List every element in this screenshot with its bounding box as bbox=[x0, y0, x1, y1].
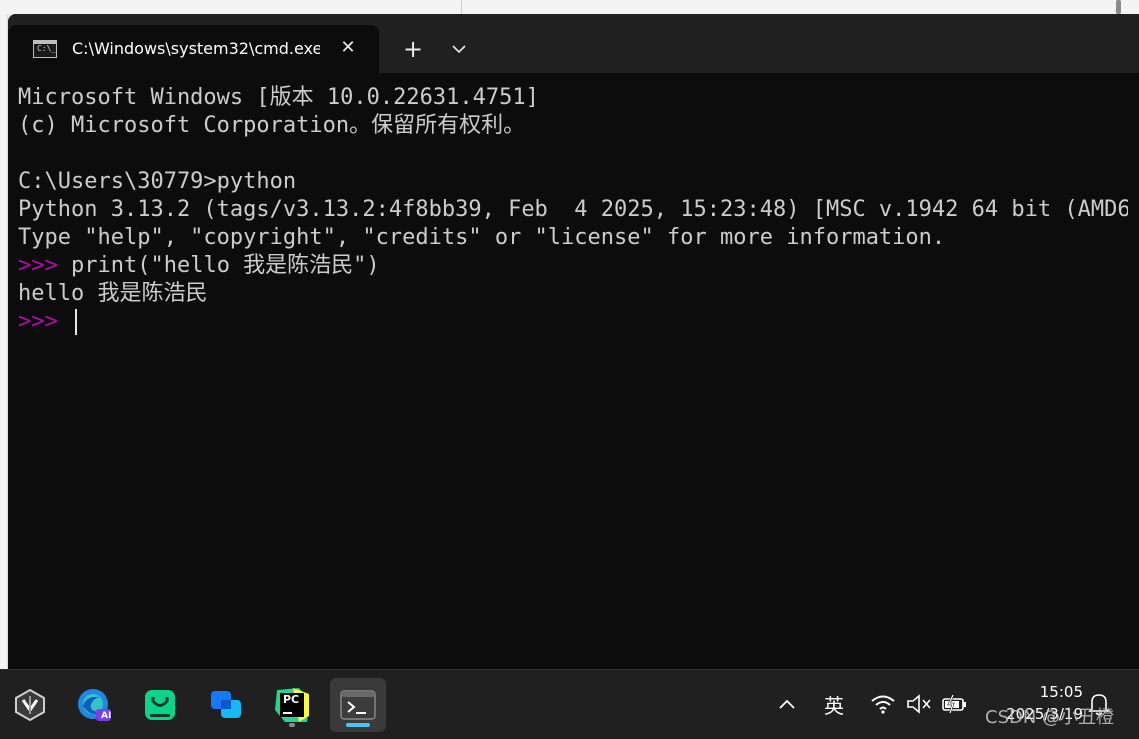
console-output[interactable]: Microsoft Windows [版本 10.0.22631.4751] (c… bbox=[18, 84, 1128, 664]
console-line: Microsoft Windows [版本 10.0.22631.4751] bbox=[18, 84, 1128, 112]
show-hidden-icons-button[interactable] bbox=[774, 690, 800, 718]
chat-bag-icon bbox=[145, 690, 175, 720]
console-text: Type "help", "copyright", "credits" or "… bbox=[18, 225, 946, 250]
tab-cmd[interactable]: C:\_ C:\Windows\system32\cmd.exe ✕ bbox=[8, 25, 379, 73]
title-bar[interactable]: C:\_ C:\Windows\system32\cmd.exe ✕ + bbox=[8, 14, 1139, 73]
python-prompt: >>> bbox=[18, 253, 58, 278]
text-cursor bbox=[75, 309, 77, 335]
console-line: Python 3.13.2 (tags/v3.13.2:4f8bb39, Feb… bbox=[18, 196, 1128, 224]
tab-close-button[interactable]: ✕ bbox=[336, 36, 360, 60]
console-text: (c) Microsoft Corporation。保留所有权利。 bbox=[18, 113, 526, 138]
battery-button[interactable] bbox=[940, 690, 970, 718]
cmd-icon: C:\_ bbox=[33, 40, 57, 58]
scrollbar-thumb[interactable] bbox=[1116, 0, 1121, 14]
console-text: print("hello 我是陈浩民") bbox=[57, 253, 380, 278]
tab-dropdown-button[interactable] bbox=[444, 34, 474, 64]
console-text: hello 我是陈浩民 bbox=[18, 281, 208, 306]
console-line: hello 我是陈浩民 bbox=[18, 280, 1128, 308]
taskbar-pycharm[interactable]: PC bbox=[264, 678, 320, 732]
chevron-down-icon bbox=[452, 44, 466, 53]
desktop-background bbox=[0, 0, 8, 670]
cmd-icon-text: C:\_ bbox=[37, 44, 57, 53]
pycharm-running-indicator bbox=[289, 723, 295, 727]
input-method-indicator[interactable]: 英 bbox=[818, 690, 850, 718]
terminal-active-indicator bbox=[346, 723, 370, 727]
terminal-icon bbox=[340, 690, 376, 720]
taskbar-app-launcher[interactable] bbox=[2, 678, 58, 732]
strip-divider bbox=[461, 0, 462, 14]
console-text: C:\Users\30779>python bbox=[18, 169, 297, 194]
python-prompt: >>> bbox=[18, 309, 58, 334]
link-app-icon bbox=[211, 691, 241, 718]
watermark: CSDN @小丑橙 bbox=[985, 707, 1115, 728]
clock-time: 15:05 bbox=[1039, 683, 1083, 701]
new-tab-button[interactable]: + bbox=[398, 34, 428, 64]
console-line: >>> bbox=[18, 308, 1128, 336]
volume-muted-icon bbox=[907, 694, 931, 714]
taskbar-edge[interactable]: AI bbox=[66, 678, 122, 732]
edge-ai-badge: AI bbox=[101, 711, 112, 721]
console-line: Type "help", "copyright", "credits" or "… bbox=[18, 224, 1128, 252]
terminal-window: C:\_ C:\Windows\system32\cmd.exe ✕ + Mic… bbox=[8, 14, 1139, 669]
tab-title: C:\Windows\system32\cmd.exe bbox=[72, 39, 320, 58]
volume-button[interactable] bbox=[904, 690, 934, 718]
taskbar-link-app[interactable] bbox=[198, 678, 254, 732]
console-line: C:\Users\30779>python bbox=[18, 168, 1128, 196]
app-launcher-icon bbox=[15, 688, 45, 722]
chevron-up-icon bbox=[779, 699, 795, 709]
console-line: (c) Microsoft Corporation。保留所有权利。 bbox=[18, 112, 1128, 140]
taskbar: AI PC 英 15:05 2025/3/19 bbox=[0, 669, 1139, 739]
taskbar-chat-app[interactable] bbox=[132, 678, 188, 732]
background-window-strip bbox=[0, 0, 1139, 14]
taskbar-terminal[interactable] bbox=[330, 678, 386, 732]
console-text: Python 3.13.2 (tags/v3.13.2:4f8bb39, Feb… bbox=[18, 197, 1128, 222]
battery-charging-icon bbox=[942, 694, 966, 714]
console-line: >>> print("hello 我是陈浩民") bbox=[18, 252, 1128, 280]
pycharm-label: PC bbox=[283, 693, 300, 706]
network-button[interactable] bbox=[868, 690, 898, 718]
wifi-icon bbox=[871, 695, 895, 714]
console-text: Microsoft Windows [版本 10.0.22631.4751] bbox=[18, 85, 539, 110]
